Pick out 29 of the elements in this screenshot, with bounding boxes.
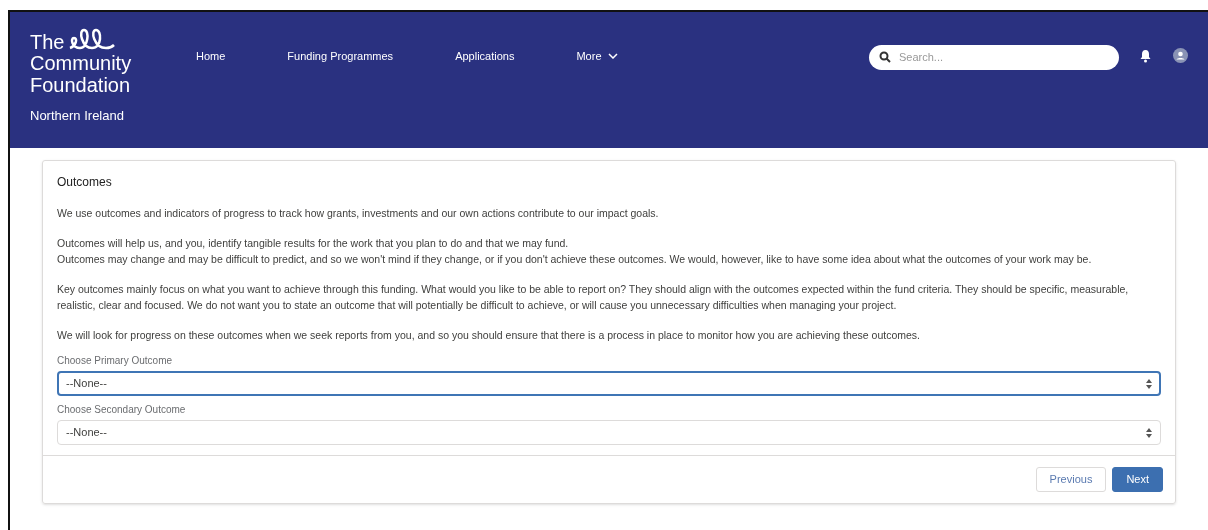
search-field[interactable]: Search... <box>869 44 1119 70</box>
logo-text: The <box>30 32 65 52</box>
logo-text: Community <box>30 52 133 74</box>
chevron-down-icon <box>607 53 618 60</box>
nav-button[interactable]: Next <box>1112 467 1163 492</box>
logo-text: Foundation <box>30 74 132 96</box>
nav-link[interactable]: Home <box>196 48 226 65</box>
nav-link[interactable]: Funding Programmes <box>287 48 394 65</box>
nav-button[interactable]: Previous <box>1035 467 1107 492</box>
sort-arrows-icon <box>1146 427 1152 438</box>
nav-link[interactable]: Applications <box>455 48 515 65</box>
avatar-icon[interactable] <box>1173 48 1188 63</box>
sort-arrows-icon <box>1146 378 1152 389</box>
field-label: Choose Primary Outcome <box>57 354 174 368</box>
search-icon <box>879 51 891 63</box>
logo[interactable]: The Community Foundation Northern Ireland <box>30 26 170 126</box>
paragraph: Outcomes may change and may be difficult to predict, and so we won't mind if they change, or if you don't achieve these outcomes. We would, however, like to have some idea about what the outcomes of your work may be. <box>57 252 1093 267</box>
paragraph: We use outcomes and indicators of progress to track how grants, investments and our own actions contribute to our impact goals. <box>57 206 660 221</box>
field-label: Choose Secondary Outcome <box>57 403 187 417</box>
card-title: Outcomes <box>57 174 113 191</box>
paragraph: Key outcomes mainly focus on what you want to achieve through this funding. What would you like to be able to report on? They should align with the outcomes expected within the fund criteria. They should be specific, measurable, realistic, clear and focused. We do not want you to state an outcome that will potentially be difficult to achieve, or will cause you unnecessary difficulties when managing your project. <box>57 282 1130 313</box>
loops-icon <box>68 26 117 52</box>
select-field[interactable]: --None-- <box>57 371 1161 396</box>
logo-text: Northern Ireland <box>30 107 125 125</box>
select-field[interactable]: --None-- <box>57 420 1161 445</box>
paragraph: Outcomes will help us, and you, identify tangible results for the work that you plan to do and that we may fund. <box>57 236 570 251</box>
paragraph: We will look for progress on these outcomes when we seek reports from you, and so you should ensure that there is a process in place to monitor how you are achieving these outcomes. <box>57 328 921 343</box>
nav-link[interactable]: More <box>576 48 618 65</box>
bell-icon[interactable] <box>1139 49 1152 63</box>
